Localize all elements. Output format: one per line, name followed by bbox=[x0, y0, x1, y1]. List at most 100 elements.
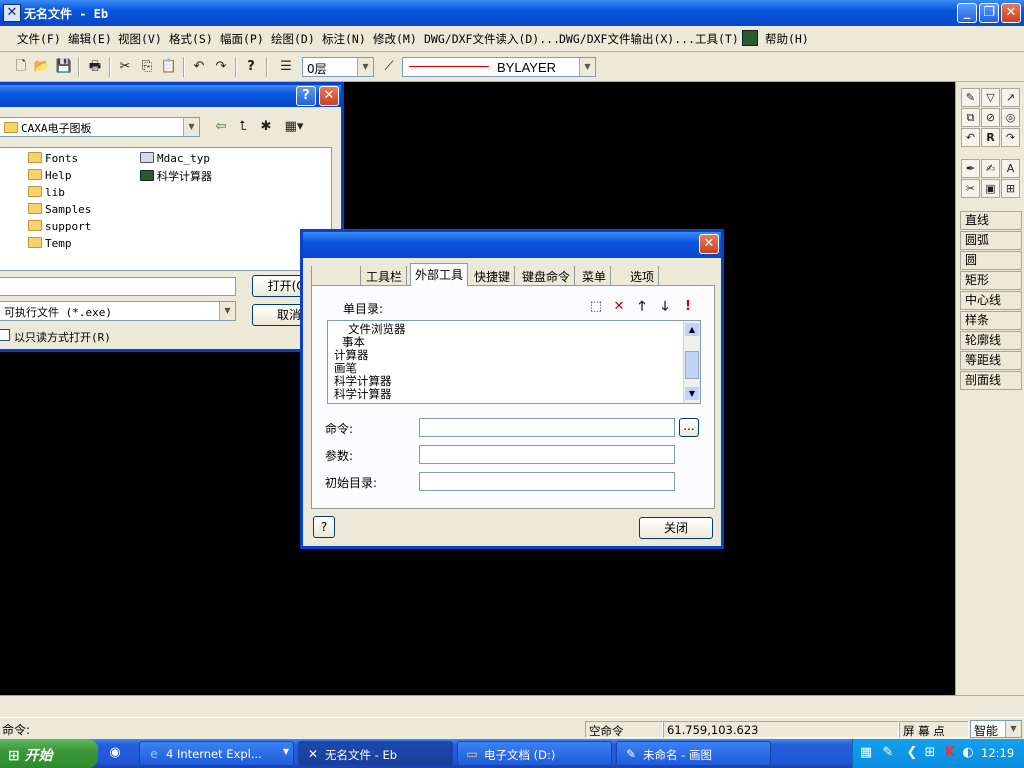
menu-help[interactable]: 帮助(H) bbox=[765, 31, 809, 47]
layer-select[interactable]: 0层 ▼ bbox=[302, 57, 374, 77]
zoom-window-icon[interactable]: ◎ bbox=[1001, 108, 1020, 127]
close-button[interactable]: ✕ bbox=[1001, 3, 1021, 23]
tab-toolbar[interactable]: 工具栏 bbox=[362, 266, 408, 286]
antivirus-icon[interactable]: K bbox=[941, 744, 959, 762]
brush-icon[interactable]: ✍ bbox=[981, 159, 1000, 178]
print-icon[interactable]: 🖶 bbox=[86, 58, 104, 76]
block-icon[interactable]: ▣ bbox=[981, 179, 1000, 198]
hatch-command[interactable]: 剖面线 bbox=[960, 371, 1022, 390]
initdir-input[interactable] bbox=[419, 472, 675, 491]
menu-dwg-export[interactable]: DWG/DXF文件输出(X)... bbox=[559, 31, 695, 47]
offset-command[interactable]: 等距线 bbox=[960, 351, 1022, 370]
tab-menu[interactable]: 菜单 bbox=[578, 266, 612, 286]
task-paint[interactable]: ✎ 未命名 - 画图 bbox=[616, 741, 771, 766]
tray-icon[interactable]: ✎ bbox=[879, 744, 897, 762]
menu-view[interactable]: 视图(V) bbox=[118, 31, 162, 47]
file-list[interactable]: Fonts Help lib Samples support Temp Mdac… bbox=[0, 147, 332, 271]
scroll-down-icon[interactable]: ▼ bbox=[685, 387, 699, 400]
copy-icon[interactable]: ⎘ bbox=[138, 58, 156, 76]
line-command[interactable]: 直线 bbox=[960, 211, 1022, 230]
tab-options[interactable]: 选项 bbox=[626, 266, 660, 286]
back-icon[interactable]: ⇦ bbox=[212, 118, 230, 136]
new-item-icon[interactable]: ⬚ bbox=[587, 298, 605, 316]
menu-modify[interactable]: 修改(M) bbox=[373, 31, 417, 47]
spline-command[interactable]: 样条 bbox=[960, 311, 1022, 330]
close-dialog-button[interactable]: 关闭 bbox=[639, 517, 713, 539]
text-icon[interactable]: A bbox=[1001, 159, 1020, 178]
list-item[interactable]: Mdac_typ bbox=[140, 152, 210, 165]
readonly-checkbox[interactable] bbox=[0, 329, 10, 341]
centerline-command[interactable]: 中心线 bbox=[960, 291, 1022, 310]
file-name-input[interactable] bbox=[0, 277, 236, 296]
list-item[interactable]: Temp bbox=[28, 237, 72, 250]
quicklaunch-icon[interactable]: ◉ bbox=[106, 744, 124, 762]
scroll-up-icon[interactable]: ▲ bbox=[685, 323, 699, 336]
back-icon[interactable]: ↶ bbox=[961, 128, 980, 147]
zoom-icon[interactable]: ⊘ bbox=[981, 108, 1000, 127]
move-icon[interactable]: ⧉ bbox=[961, 108, 980, 127]
list-item[interactable]: support bbox=[28, 220, 91, 233]
tab-shortcuts[interactable]: 快捷键 bbox=[470, 266, 516, 286]
undo-icon[interactable]: ↶ bbox=[190, 58, 208, 76]
menu-tools[interactable]: 工具(T) bbox=[695, 31, 739, 47]
menu-file[interactable]: 文件(F) bbox=[17, 31, 61, 47]
menu-sheet[interactable]: 幅面(P) bbox=[220, 31, 264, 47]
circle-command[interactable]: 圆 bbox=[960, 251, 1022, 270]
scissors-icon[interactable]: ✂ bbox=[961, 179, 980, 198]
layer-icon[interactable]: ☰ bbox=[277, 58, 295, 76]
insert-icon[interactable]: ⊞ bbox=[1001, 179, 1020, 198]
app-icon[interactable]: ✕ bbox=[3, 4, 21, 22]
arc-command[interactable]: 圆弧 bbox=[960, 231, 1022, 250]
tray-icon[interactable]: ▦ bbox=[857, 744, 875, 762]
outline-command[interactable]: 轮廓线 bbox=[960, 331, 1022, 350]
tab-keyboard-commands[interactable]: 键盘命令 bbox=[518, 266, 576, 286]
move-down-icon[interactable]: 🡓 bbox=[656, 298, 674, 316]
arrow-icon[interactable]: ↗ bbox=[1001, 88, 1020, 107]
cut-icon[interactable]: ✂ bbox=[116, 58, 134, 76]
list-item[interactable]: Samples bbox=[28, 203, 91, 216]
help-icon[interactable]: ? bbox=[313, 516, 335, 538]
rectangle-command[interactable]: 矩形 bbox=[960, 271, 1022, 290]
list-item[interactable]: Help bbox=[28, 169, 72, 182]
move-up-icon[interactable]: 🡑 bbox=[633, 298, 651, 316]
menu-dwg-import[interactable]: DWG/DXF文件读入(D)... bbox=[424, 31, 560, 47]
list-scrollbar[interactable]: ▲ ▼ bbox=[683, 321, 700, 403]
minimize-button[interactable]: _ bbox=[957, 3, 977, 23]
menu-draw[interactable]: 绘图(D) bbox=[271, 31, 315, 47]
menu-dimension[interactable]: 标注(N) bbox=[322, 31, 366, 47]
new-folder-icon[interactable]: ✱ bbox=[257, 118, 275, 136]
redo-icon[interactable]: ↷ bbox=[212, 58, 230, 76]
linetype-select[interactable]: BYLAYER ▼ bbox=[402, 57, 596, 77]
redraw-icon[interactable]: R bbox=[981, 128, 1000, 147]
save-icon[interactable]: 💾 bbox=[55, 58, 73, 76]
snap-mode-select[interactable]: 智能 ▼ bbox=[970, 720, 1022, 738]
chevron-left-icon[interactable]: ❮ bbox=[903, 744, 921, 762]
task-folder[interactable]: ▭ 电子文档 (D:) bbox=[457, 741, 612, 766]
pen-icon[interactable]: ✒ bbox=[961, 159, 980, 178]
params-input[interactable] bbox=[419, 445, 675, 464]
close-button[interactable]: ✕ bbox=[699, 234, 719, 254]
restore-button[interactable]: ❐ bbox=[979, 3, 999, 23]
close-button[interactable]: ✕ bbox=[319, 86, 339, 106]
open-folder-icon[interactable]: 📂 bbox=[33, 58, 51, 76]
view-menu-icon[interactable]: ▦▾ bbox=[280, 118, 308, 136]
list-item[interactable]: 科学计算器 bbox=[140, 168, 212, 184]
tab-external-tools[interactable]: 外部工具 bbox=[410, 263, 469, 286]
network-icon[interactable]: ⊞ bbox=[921, 744, 939, 762]
paste-icon[interactable]: 📋 bbox=[160, 58, 178, 76]
task-internet-explorer[interactable]: e 4 Internet Expl... ▼ bbox=[139, 741, 294, 766]
help-button[interactable]: ? bbox=[296, 86, 316, 106]
list-item[interactable]: lib bbox=[28, 186, 65, 199]
volume-icon[interactable]: ◐ bbox=[959, 744, 977, 762]
eraser-icon[interactable]: ✎ bbox=[961, 88, 980, 107]
list-item[interactable]: 科学计算器 bbox=[334, 388, 406, 401]
forward-icon[interactable]: ↷ bbox=[1001, 128, 1020, 147]
look-in-select[interactable]: CAXA电子图板 ▼ bbox=[0, 117, 200, 137]
command-input[interactable] bbox=[419, 418, 675, 437]
tools-list[interactable]: 文件浏览器 事本 计算器 画笔 科学计算器 科学计算器 ▲ ▼ bbox=[327, 320, 701, 404]
menu-format[interactable]: 格式(S) bbox=[169, 31, 213, 47]
delete-icon[interactable]: ✕ bbox=[610, 298, 628, 316]
browse-button[interactable]: ... bbox=[679, 418, 699, 437]
linetype-icon[interactable]: ⟋ bbox=[380, 58, 398, 76]
menu-edit[interactable]: 编辑(E) bbox=[68, 31, 112, 47]
